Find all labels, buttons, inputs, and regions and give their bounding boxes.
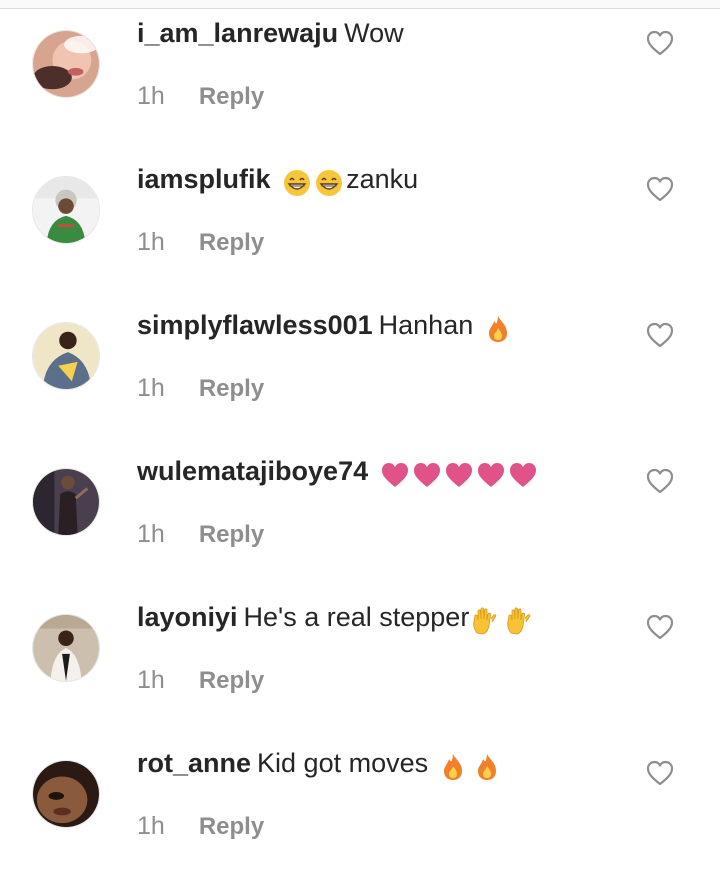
comment-time: 1h <box>137 228 165 256</box>
heart-outline-icon[interactable] <box>646 760 674 786</box>
fire-emoji <box>488 315 507 342</box>
reply-button[interactable]: Reply <box>199 229 264 256</box>
reply-button[interactable]: Reply <box>199 521 264 548</box>
grinning-face-emoji <box>316 169 343 196</box>
avatar-icon[interactable] <box>32 614 100 682</box>
avatar-icon[interactable] <box>32 760 100 828</box>
heart-emoji <box>445 462 472 487</box>
heart-emoji <box>509 462 536 487</box>
emoji-group <box>485 310 513 344</box>
comment-time: 1h <box>137 82 165 110</box>
reply-button[interactable]: Reply <box>199 375 264 402</box>
reply-button[interactable]: Reply <box>199 667 264 694</box>
heart-emoji <box>381 462 408 487</box>
heart-outline-icon[interactable] <box>646 30 674 56</box>
comment-username[interactable]: simplyflawless001 <box>137 310 373 340</box>
comment-username[interactable]: rot_anne <box>137 748 251 778</box>
comment-meta: 1h Reply <box>137 372 264 405</box>
comment-meta: 1h Reply <box>137 226 264 259</box>
fire-emoji <box>477 753 496 780</box>
heart-outline-icon[interactable] <box>646 614 674 640</box>
comment-text: i_am_lanrewaju Wow <box>137 16 404 50</box>
comment-item: simplyflawless001 Hanhan 1h Reply <box>0 292 720 438</box>
grinning-face-emoji <box>284 169 311 196</box>
reply-button[interactable]: Reply <box>199 813 264 840</box>
comment-time: 1h <box>137 666 165 694</box>
comment-username[interactable]: i_am_lanrewaju <box>137 18 338 48</box>
comment-meta: 1h Reply <box>137 80 264 113</box>
emoji-group <box>469 602 537 636</box>
comment-body: zanku <box>346 164 419 194</box>
raised-hand-emoji <box>507 607 531 635</box>
heart-emoji <box>413 462 440 487</box>
comment-text: wulematajiboye74 <box>137 454 540 490</box>
comment-item: i_am_lanrewaju Wow 1h Reply <box>0 0 720 146</box>
emoji-group <box>282 164 346 198</box>
emoji-group <box>440 748 502 782</box>
heart-outline-icon[interactable] <box>646 176 674 202</box>
emoji-group <box>380 456 540 490</box>
comment-meta: 1h Reply <box>137 664 264 697</box>
comment-item: iamsplufik zanku 1h Reply <box>0 146 720 292</box>
comment-username[interactable]: wulematajiboye74 <box>137 456 368 486</box>
comment-body: Wow <box>344 18 404 48</box>
comment-text: rot_anne Kid got moves <box>137 746 502 782</box>
comment-item: wulematajiboye74 1h Reply <box>0 438 720 584</box>
avatar-icon[interactable] <box>32 322 100 390</box>
reply-button[interactable]: Reply <box>199 83 264 110</box>
heart-emoji <box>477 462 504 487</box>
comment-username[interactable]: iamsplufik <box>137 164 271 194</box>
fire-emoji <box>443 753 462 780</box>
comment-meta: 1h Reply <box>137 518 264 551</box>
comment-time: 1h <box>137 520 165 548</box>
comment-item: rot_anne Kid got moves 1h Reply <box>0 730 720 876</box>
avatar-icon[interactable] <box>32 30 100 98</box>
raised-hand-emoji <box>473 607 497 635</box>
comment-text: iamsplufik zanku <box>137 162 418 198</box>
comment-time: 1h <box>137 374 165 402</box>
comment-username[interactable]: layoniyi <box>137 602 238 632</box>
comment-meta: 1h Reply <box>137 810 264 843</box>
avatar-icon[interactable] <box>32 468 100 536</box>
comment-body: Hanhan <box>378 310 474 340</box>
comment-item: layoniyi He's a real stepper 1h Reply <box>0 584 720 730</box>
heart-outline-icon[interactable] <box>646 468 674 494</box>
comment-text: layoniyi He's a real stepper <box>137 600 537 636</box>
comment-time: 1h <box>137 812 165 840</box>
comment-body: Kid got moves <box>257 748 429 778</box>
comment-body: He's a real stepper <box>243 602 470 632</box>
comment-text: simplyflawless001 Hanhan <box>137 308 513 344</box>
avatar-icon[interactable] <box>32 176 100 244</box>
heart-outline-icon[interactable] <box>646 322 674 348</box>
